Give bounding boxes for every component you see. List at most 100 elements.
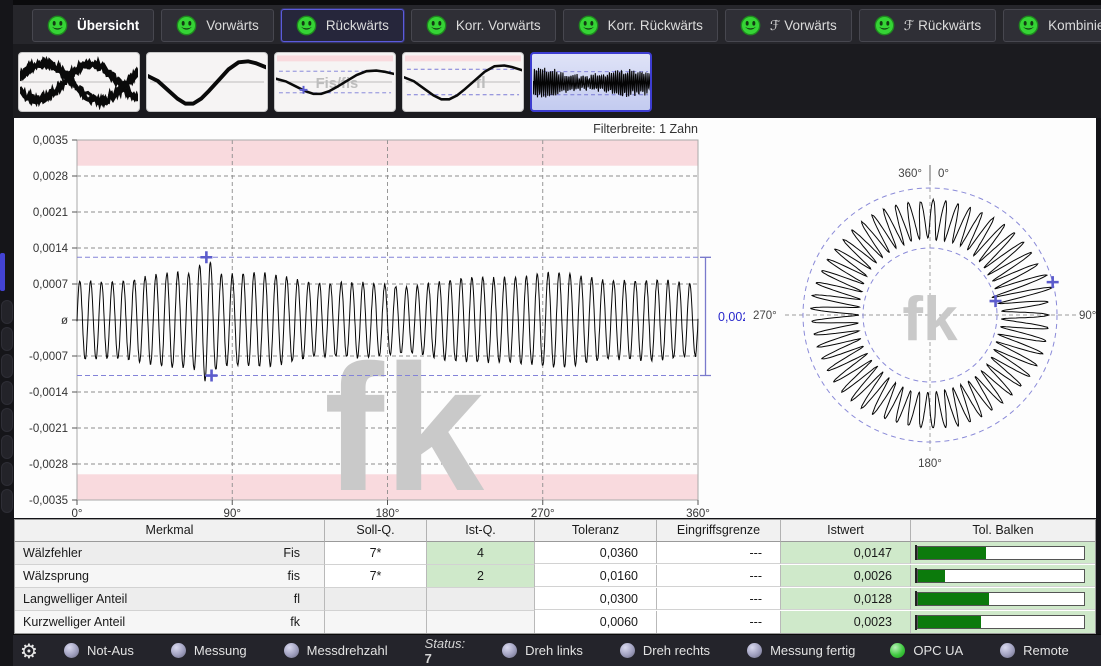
x-tick-label: 0°: [72, 508, 83, 518]
cell-istwert: 0,0026: [781, 565, 911, 587]
gear-icon[interactable]: ⚙: [20, 639, 38, 663]
merkmal-symbol: fk: [290, 611, 300, 633]
side-strip-notch: [1, 435, 13, 459]
tolerance-bar-track: [917, 569, 1085, 583]
tolerance-bar-track: [917, 592, 1085, 606]
table-row-fl[interactable]: Langwelliger Anteilfl0,0300---0,0128: [15, 588, 1095, 611]
cell-eingriffsgrenze: ---: [657, 565, 781, 587]
tolerance-bar-track: [917, 615, 1085, 629]
tab-label: Korr. Vorwärts: [456, 18, 541, 33]
tab-label: ℱ Rückwärts: [904, 18, 981, 34]
thumbnail-fl[interactable]: fl: [402, 52, 524, 112]
tab-korr-vorwärts[interactable]: Korr. Vorwärts: [411, 9, 556, 42]
tab-übersicht[interactable]: Übersicht: [32, 9, 154, 42]
cell-tol-balken: [911, 611, 1095, 633]
polar-label-270: 270°: [753, 310, 777, 322]
smiley-icon: [426, 15, 447, 36]
results-table: MerkmalSoll-Q.Ist-Q.ToleranzEingriffsgre…: [14, 519, 1096, 634]
table-row-fis[interactable]: WälzfehlerFis7*40,0360---0,0147: [15, 542, 1095, 565]
merkmal-name: Langwelliger Anteil: [23, 588, 127, 610]
tab-vorwärts[interactable]: Vorwärts: [161, 9, 274, 42]
col-header-tol-balken: Tol. Balken: [911, 520, 1095, 542]
merkmal-symbol: fis: [288, 565, 301, 587]
merkmal-symbol: Fis: [283, 542, 300, 564]
side-strip-notch: [1, 381, 13, 405]
smiley-icon: [47, 15, 68, 36]
table-row-fis[interactable]: Wälzsprungfis7*20,0160---0,0026: [15, 565, 1095, 588]
side-strip-notch: [1, 327, 13, 351]
cell-istwert: 0,0023: [781, 611, 911, 633]
status-indicator-messung-fertig: Messung fertig: [747, 643, 855, 658]
cell-ist-q: [427, 611, 535, 633]
tab-label: Rückwärts: [326, 18, 389, 33]
merkmal-name: Wälzsprung: [23, 565, 89, 587]
tolerance-bar-fill: [918, 547, 986, 559]
cell-ist-q: 2: [427, 565, 535, 588]
y-tick-label: -0,0014: [29, 387, 69, 399]
cell-merkmal: Kurzwelliger Anteilfk: [15, 611, 325, 633]
status-indicator-dreh-rechts: Dreh rechts: [620, 643, 710, 658]
cell-tol-balken: [911, 565, 1095, 587]
col-header-merkmal: Merkmal: [15, 520, 325, 542]
status-label: Dreh links: [525, 643, 583, 658]
tab--vorwärts[interactable]: ℱ Vorwärts: [725, 9, 852, 42]
cell-merkmal: Langwelliger Anteil fl: [15, 588, 325, 611]
cell-ist-q: [427, 588, 535, 611]
led-gray-icon: [620, 643, 635, 658]
y-tick-label: 0,0007: [33, 279, 68, 291]
smiley-icon: [874, 15, 895, 36]
tab-label: Korr. Rückwärts: [608, 18, 703, 33]
tab-kombiniert[interactable]: Kombiniert: [1003, 9, 1101, 42]
status-label: Not-Aus: [87, 643, 134, 658]
status-label: Messung: [194, 643, 247, 658]
led-gray-icon: [64, 643, 79, 658]
cell-istwert: 0,0147: [781, 542, 911, 564]
side-strip-notch: [1, 354, 13, 378]
cell-eingriffsgrenze: ---: [657, 542, 781, 564]
thumbnail-kombinierte-wellen[interactable]: [18, 52, 140, 112]
cell-merkmal: WälzfehlerFis: [15, 542, 325, 565]
polar-label-90: 90°: [1079, 310, 1096, 322]
status-indicator-not-aus: Not-Aus: [64, 643, 134, 658]
polar-watermark: fk: [902, 285, 958, 354]
y-tick-label: 0,0021: [33, 207, 68, 219]
status-indicator-opc-ua: OPC UA: [890, 643, 963, 658]
app-window: Übersicht Vorwärts Rückwärts Korr. Vorwärts…: [0, 0, 1101, 666]
smiley-icon: [1018, 15, 1039, 36]
tab--rückwärts[interactable]: ℱ Rückwärts: [859, 9, 996, 42]
status-indicator-dreh-links: Dreh links: [502, 643, 583, 658]
line-chart[interactable]: 0,00350,00280,00210,00140,0007ø-0,0007-0…: [14, 118, 745, 518]
tab-label: Vorwärts: [206, 18, 259, 33]
led-gray-icon: [171, 643, 186, 658]
status-label: OPC UA: [913, 643, 963, 658]
tab-rückwärts[interactable]: Rückwärts: [281, 9, 404, 42]
merkmal-symbol: fl: [294, 588, 300, 610]
side-strip-notch: [1, 408, 13, 432]
thumbnail-fk[interactable]: [530, 52, 652, 112]
status-indicator-messung: Messung: [171, 643, 247, 658]
side-strip-accent[interactable]: [0, 253, 5, 291]
peak-to-peak-value: 0,0023: [718, 310, 745, 324]
cell-soll-q: [325, 611, 427, 633]
cell-soll-q: 7*: [325, 565, 427, 588]
status-indicator-remote: Remote: [1000, 643, 1069, 658]
y-tick-label: -0,0028: [29, 459, 68, 471]
y-tick-label: -0,0021: [29, 423, 68, 435]
col-header-soll-q-: Soll-Q.: [325, 520, 427, 542]
tab-label: Übersicht: [77, 18, 139, 33]
side-strip-notch: [1, 462, 13, 486]
thumbnail-gesamtkurve[interactable]: [146, 52, 268, 112]
polar-chart[interactable]: fk 360° 0° 270° 90° 180°: [745, 118, 1096, 518]
smiley-icon: [740, 15, 761, 36]
col-header-istwert: Istwert: [781, 520, 911, 542]
x-tick-label: 360°: [686, 508, 710, 518]
filter-width-label: Filterbreite: 1 Zahn: [593, 122, 698, 136]
cell-eingriffsgrenze: ---: [657, 588, 781, 610]
table-row-fk[interactable]: Kurzwelliger Anteilfk0,0060---0,0023: [15, 611, 1095, 633]
col-header-eingriffsgrenze: Eingriffsgrenze: [657, 520, 781, 542]
left-side-strip[interactable]: [0, 0, 13, 666]
tab-korr-rückwärts[interactable]: Korr. Rückwärts: [563, 9, 718, 42]
y-tick-label: -0,0035: [29, 495, 68, 507]
led-gray-icon: [502, 643, 517, 658]
thumbnail-fis-fis[interactable]: Fis/fis: [274, 52, 396, 112]
